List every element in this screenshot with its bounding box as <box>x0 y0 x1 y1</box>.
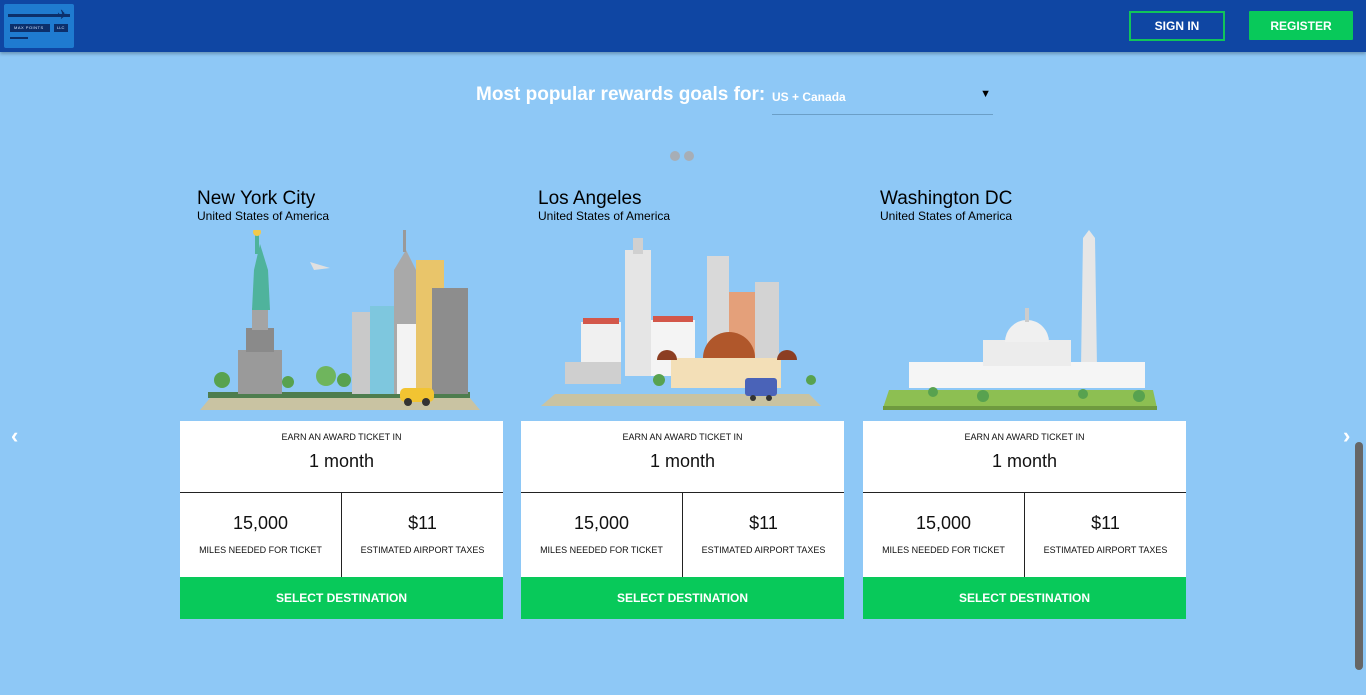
scrollbar[interactable] <box>1355 442 1363 670</box>
earn-section: EARN AN AWARD TICKET IN 1 month <box>863 421 1186 493</box>
city-country: United States of America <box>880 209 1013 223</box>
chevron-left-icon[interactable]: ‹ <box>11 423 18 449</box>
earn-label: EARN AN AWARD TICKET IN <box>964 432 1085 442</box>
airplane-icon: ✈ <box>57 7 68 22</box>
miles-stat: 15,000 MILES NEEDED FOR TICKET <box>863 493 1024 577</box>
earn-section: EARN AN AWARD TICKET IN 1 month <box>180 421 503 493</box>
earn-duration: 1 month <box>991 451 1058 471</box>
tax-label: ESTIMATED AIRPORT TAXES <box>360 545 485 555</box>
miles-value: 15,000 <box>232 513 289 533</box>
city-country: United States of America <box>538 209 671 223</box>
select-destination-button[interactable]: SELECT DESTINATION <box>863 577 1186 619</box>
select-destination-button[interactable]: SELECT DESTINATION <box>180 577 503 619</box>
tax-label: ESTIMATED AIRPORT TAXES <box>701 545 826 555</box>
washington-dc-skyline-illustration <box>883 230 1157 410</box>
tax-label: ESTIMATED AIRPORT TAXES <box>1043 545 1168 555</box>
city-country: United States of America <box>197 209 330 223</box>
earn-label: EARN AN AWARD TICKET IN <box>281 432 402 442</box>
logo-text: MAX POINTS <box>14 25 44 30</box>
carousel-dot[interactable] <box>684 151 694 161</box>
city-name: Los Angeles <box>538 188 642 209</box>
carousel-dot[interactable] <box>670 151 680 161</box>
ticket-info: EARN AN AWARD TICKET IN 1 month 15,000 M… <box>521 421 844 619</box>
ticket-stats: 15,000 MILES NEEDED FOR TICKET $11 ESTIM… <box>180 493 503 577</box>
miles-label: MILES NEEDED FOR TICKET <box>199 545 322 555</box>
earn-section: EARN AN AWARD TICKET IN 1 month <box>521 421 844 493</box>
city-name: New York City <box>197 188 316 209</box>
rewards-goals-heading: Most popular rewards goals for: <box>476 84 766 105</box>
region-select[interactable]: US + Canada ▼ <box>772 84 993 115</box>
register-button[interactable]: REGISTER <box>1249 11 1353 40</box>
ticket-stats: 15,000 MILES NEEDED FOR TICKET $11 ESTIM… <box>521 493 844 577</box>
tax-value: $11 <box>749 513 778 533</box>
ticket-info: EARN AN AWARD TICKET IN 1 month 15,000 M… <box>180 421 503 619</box>
tax-value: $11 <box>408 513 437 533</box>
miles-stat: 15,000 MILES NEEDED FOR TICKET <box>521 493 682 577</box>
tax-stat: $11 ESTIMATED AIRPORT TAXES <box>682 493 844 577</box>
logo-underline <box>10 37 28 39</box>
earn-duration: 1 month <box>649 451 716 471</box>
earn-duration: 1 month <box>308 451 375 471</box>
sign-in-button[interactable]: SIGN IN <box>1129 11 1225 41</box>
tax-value: $11 <box>1091 513 1120 533</box>
miles-label: MILES NEEDED FOR TICKET <box>882 545 1005 555</box>
earn-label: EARN AN AWARD TICKET IN <box>622 432 743 442</box>
miles-label: MILES NEEDED FOR TICKET <box>540 545 663 555</box>
caret-down-icon: ▼ <box>980 88 991 100</box>
city-name: Washington DC <box>880 188 1013 209</box>
select-destination-button[interactable]: SELECT DESTINATION <box>521 577 844 619</box>
new-york-skyline-illustration <box>200 230 480 410</box>
tax-stat: $11 ESTIMATED AIRPORT TAXES <box>341 493 503 577</box>
tax-stat: $11 ESTIMATED AIRPORT TAXES <box>1024 493 1186 577</box>
logo-text-suffix: LLC <box>57 25 65 30</box>
miles-stat: 15,000 MILES NEEDED FOR TICKET <box>180 493 341 577</box>
miles-value: 15,000 <box>573 513 630 533</box>
chevron-right-icon[interactable]: › <box>1343 423 1350 449</box>
miles-value: 15,000 <box>915 513 972 533</box>
top-nav-bar: ✈ MAX POINTS LLC SIGN IN REGISTER <box>0 0 1366 52</box>
ticket-stats: 15,000 MILES NEEDED FOR TICKET $11 ESTIM… <box>863 493 1186 577</box>
region-select-value: US + Canada <box>772 90 846 104</box>
los-angeles-skyline-illustration <box>541 238 821 406</box>
max-points-logo[interactable]: ✈ MAX POINTS LLC <box>4 4 74 48</box>
ticket-info: EARN AN AWARD TICKET IN 1 month 15,000 M… <box>863 421 1186 619</box>
carousel-dots <box>670 151 694 161</box>
